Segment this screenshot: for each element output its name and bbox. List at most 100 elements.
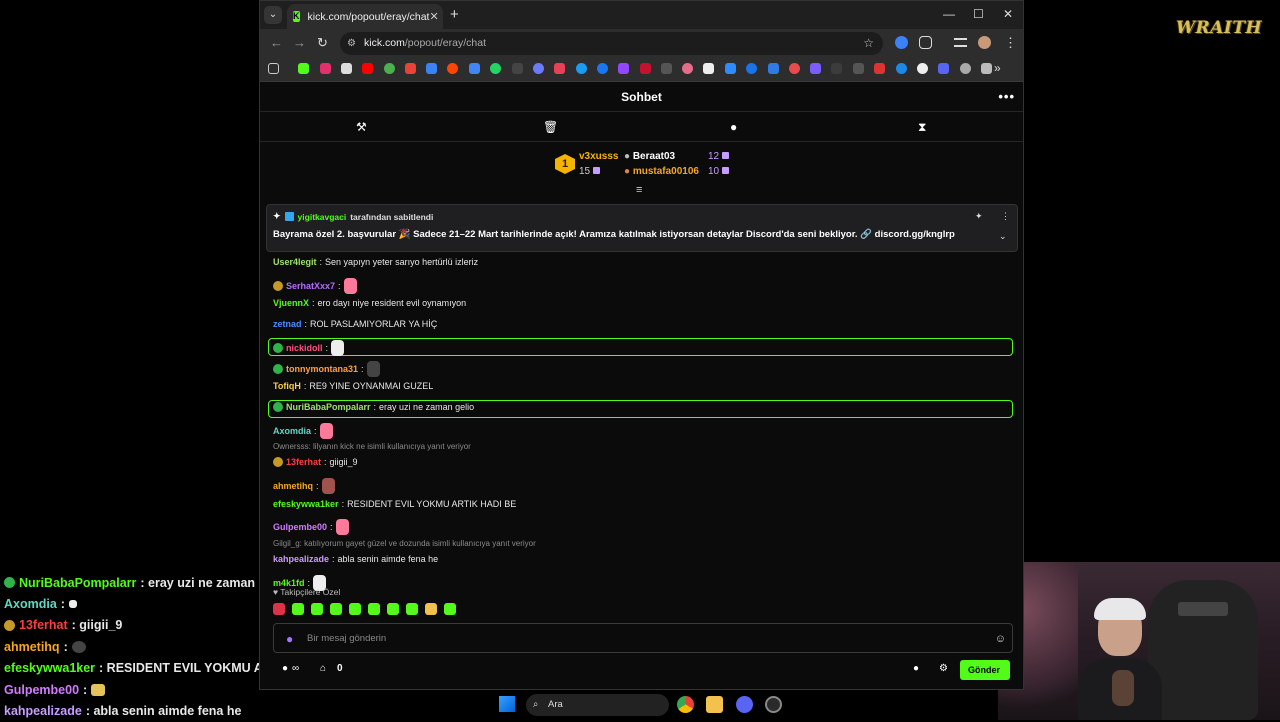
chat-message[interactable]: NuriBabaPompalarr: eray uzi ne zaman geli… [273,401,474,412]
chat-message[interactable]: kahpealizade: abla senin aimde fena he [273,554,438,564]
bookmark-icon[interactable] [981,63,992,74]
chat-message[interactable]: 13ferhat: giigii_9 [273,457,358,468]
instagram-bookmark-icon[interactable] [320,63,331,74]
bookmark-icon[interactable] [576,63,587,74]
youtube-bookmark-icon[interactable] [362,63,373,74]
gifter-name[interactable]: ● mustafa00106 [624,166,699,177]
bookmark-icon[interactable] [533,63,544,74]
chat-message-input[interactable]: ● Bir mesaj gönderin ☺ [273,623,1013,653]
hourglass-icon[interactable]: ⧗ [918,120,926,135]
pinned-by-user[interactable]: yigitkavgaci [298,212,347,222]
bookmark-icon[interactable] [554,63,565,74]
facebook-bookmark-icon[interactable] [597,63,608,74]
twitch-bookmark-icon[interactable] [618,63,629,74]
bookmark-icon[interactable] [831,63,842,74]
chat-username[interactable]: SerhatXxx7 [286,281,335,291]
chrome-icon[interactable] [677,696,694,713]
bookmark-icon[interactable] [960,63,971,74]
bookmark-icon[interactable] [682,63,693,74]
chat-username[interactable]: ahmetihq [273,481,313,491]
extensions-puzzle-icon[interactable] [919,36,932,49]
chat-message[interactable]: Axomdia: [273,422,333,439]
bookmark-icon[interactable] [896,63,907,74]
emoji-icon[interactable]: ☺ [995,624,1006,654]
chat-message[interactable]: Gulpembe00: [273,519,349,536]
microphone-icon[interactable]: ● [286,624,293,654]
chat-username[interactable]: nickidoll [286,343,323,353]
file-explorer-icon[interactable] [706,696,723,713]
emote-icon[interactable] [330,603,342,615]
google-bookmark-icon[interactable] [384,63,395,74]
close-window-button[interactable]: ✕ [1003,7,1013,21]
x-bookmark-icon[interactable] [341,63,352,74]
bookmark-icon[interactable] [640,63,651,74]
media-controls-icon[interactable] [954,38,967,47]
back-arrow-icon[interactable]: ← [270,35,283,50]
chat-username[interactable]: kahpealizade [273,554,329,564]
chat-message[interactable]: User4legit: Sen yapıyn yeter sarıyo hertü… [273,257,478,267]
chat-username[interactable]: efeskywwa1ker [273,499,339,509]
minimize-button[interactable]: — [943,7,955,21]
app-icon[interactable] [765,696,782,713]
channel-points-icon[interactable]: ● [282,663,288,674]
chat-username[interactable]: 13ferhat [286,457,321,467]
bookmark-icon[interactable] [810,63,821,74]
chat-username[interactable]: Gulpembe00 [273,522,327,532]
address-bar[interactable]: ⚙ kick.com/popout/eray/chat ☆ [340,32,883,55]
chat-message[interactable]: nickidoll: [273,339,345,356]
unpin-icon[interactable]: ✦ [975,211,983,222]
bookmark-icon[interactable] [917,63,928,74]
emote-icon[interactable] [311,603,323,615]
bookmark-icon[interactable] [725,63,736,74]
gmail-bookmark-icon[interactable] [405,63,416,74]
chat-username[interactable]: zetnad [273,319,302,329]
chat-message[interactable]: efeskywwa1ker: RESIDENT EVIL YOKMU ARTIK … [273,499,516,509]
new-tab-button[interactable]: + [450,6,459,23]
send-button[interactable]: Gönder [960,660,1010,680]
tab-search-button[interactable]: ⌄ [264,6,282,24]
emote-icon[interactable] [425,603,437,615]
bookmark-icon[interactable] [768,63,779,74]
whatsapp-bookmark-icon[interactable] [490,63,501,74]
bookmark-star-icon[interactable]: ☆ [863,32,874,55]
emote-icon[interactable] [368,603,380,615]
chat-username[interactable]: tonnymontana31 [286,364,358,374]
browser-menu-icon[interactable]: ⋮ [1004,35,1017,51]
expand-chevron-icon[interactable]: ⌄ [999,231,1007,242]
taskbar-search[interactable]: ⌕ Ara [526,694,669,716]
emote-icon[interactable] [444,603,456,615]
emote-icon[interactable] [292,603,304,615]
bookmark-icon[interactable] [938,63,949,74]
profile-avatar[interactable] [978,36,991,49]
bookmark-icon[interactable] [512,63,523,74]
emote-icon[interactable] [349,603,361,615]
emote-icon[interactable] [406,603,418,615]
chat-username[interactable]: User4legit [273,257,317,267]
bookmark-icon[interactable] [874,63,885,74]
bookmark-icon[interactable] [703,63,714,74]
site-info-icon[interactable]: ⚙ [347,32,356,55]
chat-more-icon[interactable]: ••• [998,82,1015,112]
settings-gear-icon[interactable]: ⚙ [939,663,948,674]
collapse-gifters-icon[interactable]: ≡ [636,184,642,196]
emote-icon[interactable] [387,603,399,615]
extension-icon[interactable] [895,36,908,49]
translate-bookmark-icon[interactable] [469,63,480,74]
gifter-name[interactable]: v3xusss [579,151,618,162]
chat-message[interactable]: ahmetihq: [273,478,335,494]
chat-username[interactable]: Axomdia [273,426,311,436]
reply-context[interactable]: Ownersss: lilyanın kick ne isimli kullan… [273,442,471,451]
reply-context[interactable]: Gilgil_g: katılıyorum gayet güzel ve doz… [273,539,536,548]
reload-icon[interactable]: ↻ [317,35,328,51]
reddit-bookmark-icon[interactable] [447,63,458,74]
pin-icon[interactable]: ⚒ [356,120,367,134]
gifter-name[interactable]: ● Beraat03 [624,151,675,162]
more-bookmarks-icon[interactable]: » [994,61,1001,75]
bookmark-icon[interactable] [426,63,437,74]
windows-start-icon[interactable] [499,696,515,712]
forward-arrow-icon[interactable]: → [293,35,306,50]
tab-close-icon[interactable]: ✕ [429,10,438,23]
pinned-more-icon[interactable]: ⋮ [1001,211,1010,222]
bookmark-icon[interactable] [789,63,800,74]
discord-icon[interactable] [736,696,753,713]
